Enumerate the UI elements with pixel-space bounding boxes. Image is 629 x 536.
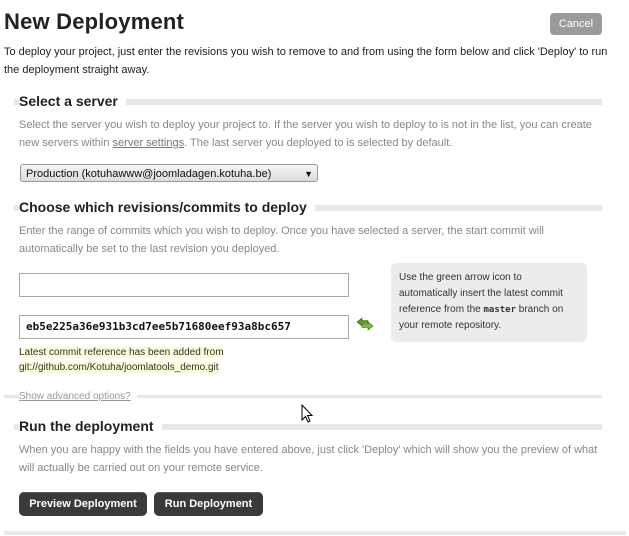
server-settings-link[interactable]: server settings <box>113 137 185 149</box>
page-title: New Deployment <box>4 9 185 34</box>
run-section-description: When you are happy with the fields you h… <box>19 444 598 474</box>
divider-gap <box>4 99 14 105</box>
start-revision-input[interactable] <box>19 273 349 297</box>
arrow-exchange-icon[interactable] <box>356 317 374 331</box>
chevron-down-icon: ▼ <box>304 169 313 179</box>
cancel-button[interactable]: Cancel <box>550 13 602 35</box>
hint-box: Use the green arrow icon to automaticall… <box>391 263 587 342</box>
mouse-cursor-icon <box>301 404 314 423</box>
footer-divider <box>4 531 626 535</box>
commit-notice-text: Latest commit reference has been added f… <box>19 347 224 373</box>
divider-gap <box>4 424 14 430</box>
revisions-section-title: Choose which revisions/commits to deploy <box>19 199 315 215</box>
server-select-value: Production (kotuhawww@joomladagen.kotuha… <box>26 168 272 180</box>
show-advanced-options-link[interactable]: Show advanced options? <box>19 391 137 402</box>
end-revision-input[interactable]: eb5e225a36e931b3cd7ee5b71680eef93a8bc657 <box>19 315 349 339</box>
intro-text: To deploy your project, just enter the r… <box>4 46 608 76</box>
run-section-title: Run the deployment <box>19 418 162 434</box>
server-section-description: Select the server you wish to deploy you… <box>19 116 609 152</box>
server-select[interactable]: Production (kotuhawww@joomladagen.kotuha… <box>20 164 318 182</box>
commit-notice: Latest commit reference has been added f… <box>19 345 249 375</box>
run-deployment-button[interactable]: Run Deployment <box>154 492 263 516</box>
revisions-section-description: Enter the range of commits which you wis… <box>19 225 544 255</box>
server-desc-after: . The last server you deployed to is sel… <box>184 137 453 149</box>
hint-branch: master <box>483 305 516 315</box>
divider-gap <box>4 205 14 211</box>
preview-deployment-button[interactable]: Preview Deployment <box>19 492 147 516</box>
server-section-title: Select a server <box>19 93 126 109</box>
